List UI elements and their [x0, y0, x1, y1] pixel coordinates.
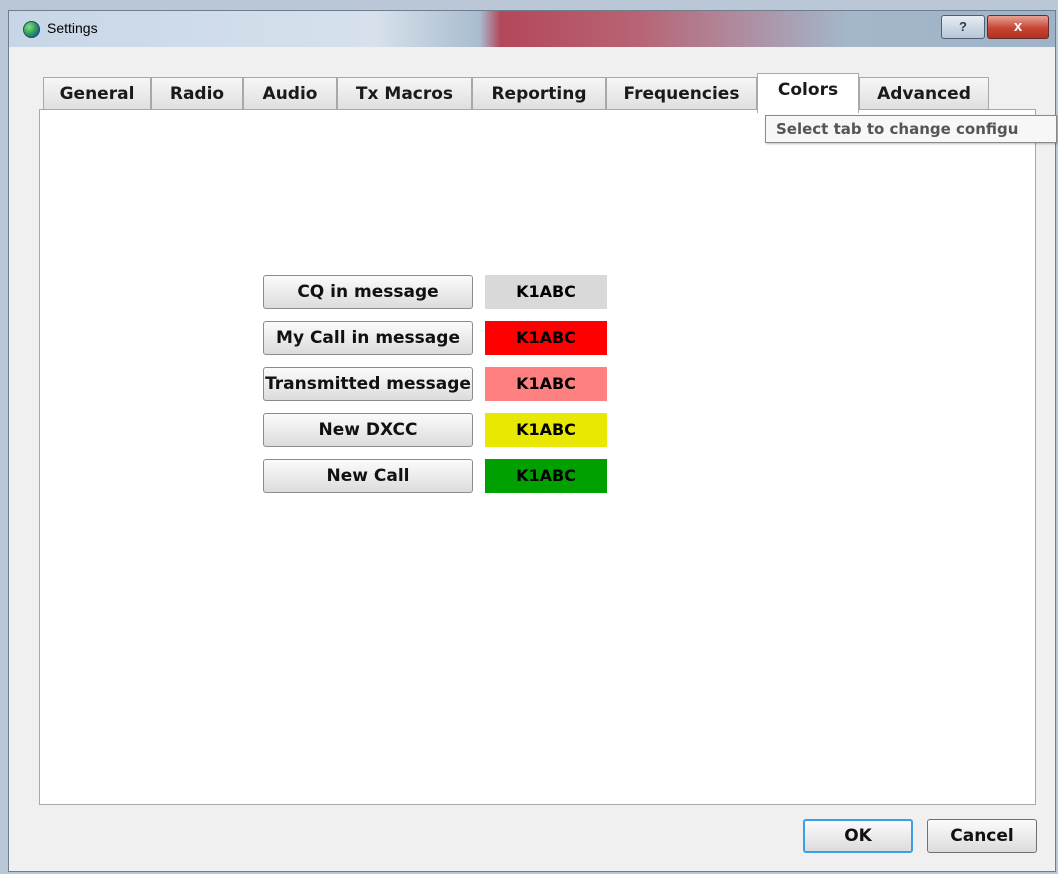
- new-call-color-button[interactable]: New Call: [263, 459, 473, 493]
- settings-window: Settings ? x General Radio Audio Tx Macr…: [8, 10, 1057, 872]
- tab-audio[interactable]: Audio: [243, 77, 337, 111]
- transmitted-color-sample: K1ABC: [485, 367, 607, 401]
- ok-button[interactable]: OK: [803, 819, 913, 853]
- colors-tab-panel: [39, 109, 1036, 805]
- tab-tooltip: Select tab to change configu: [765, 115, 1057, 143]
- tab-colors[interactable]: Colors: [757, 73, 859, 113]
- help-button[interactable]: ?: [941, 15, 985, 39]
- cancel-button[interactable]: Cancel: [927, 819, 1037, 853]
- transmitted-color-button[interactable]: Transmitted message: [263, 367, 473, 401]
- tab-radio[interactable]: Radio: [151, 77, 243, 111]
- window-title: Settings: [47, 20, 98, 36]
- cq-color-sample: K1ABC: [485, 275, 607, 309]
- title-bar[interactable]: Settings ? x: [9, 11, 1055, 47]
- app-globe-icon: [23, 21, 40, 38]
- tab-reporting[interactable]: Reporting: [472, 77, 606, 111]
- tab-tx-macros[interactable]: Tx Macros: [337, 77, 472, 111]
- mycall-color-button[interactable]: My Call in message: [263, 321, 473, 355]
- new-dxcc-color-button[interactable]: New DXCC: [263, 413, 473, 447]
- mycall-color-sample: K1ABC: [485, 321, 607, 355]
- tab-advanced[interactable]: Advanced: [859, 77, 989, 111]
- new-call-color-sample: K1ABC: [485, 459, 607, 493]
- close-button[interactable]: x: [987, 15, 1049, 39]
- cq-color-button[interactable]: CQ in message: [263, 275, 473, 309]
- new-dxcc-color-sample: K1ABC: [485, 413, 607, 447]
- tab-frequencies[interactable]: Frequencies: [606, 77, 757, 111]
- tab-general[interactable]: General: [43, 77, 151, 111]
